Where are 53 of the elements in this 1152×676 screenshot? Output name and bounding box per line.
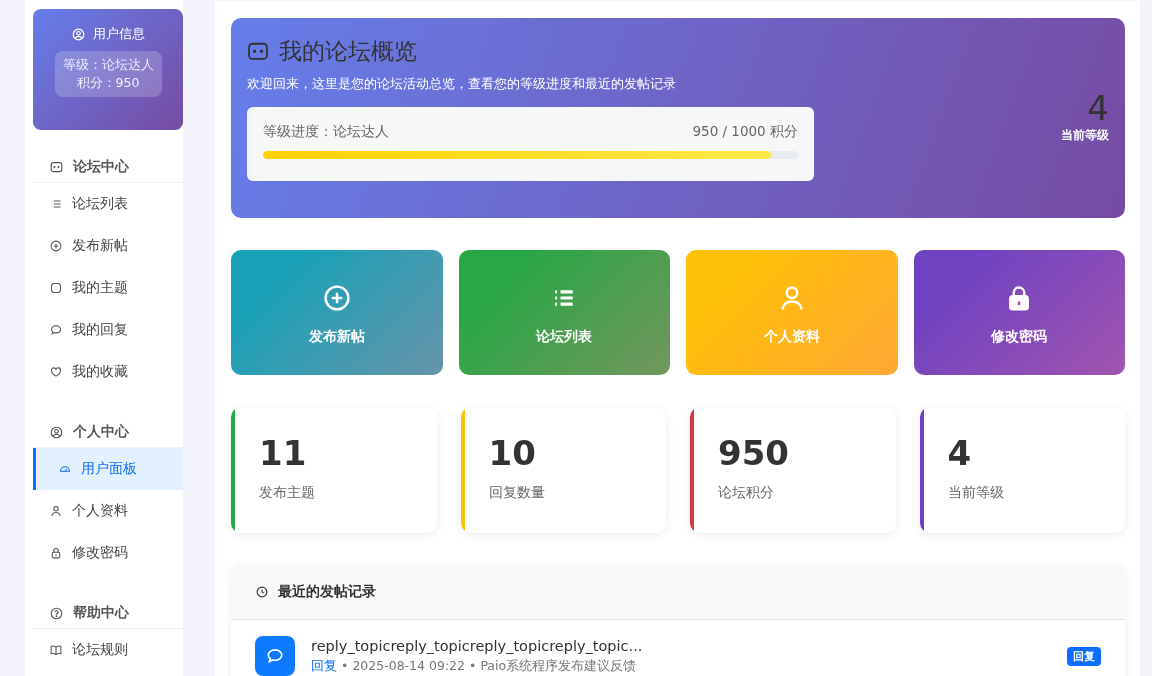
section-heading: 论坛中心 (73, 158, 129, 176)
separator-dot: • (469, 657, 477, 675)
post-type-link[interactable]: 回复 (311, 657, 337, 675)
post-title-link[interactable]: reply_topicreply_topicreply_topicreply_topic... (311, 637, 1051, 654)
plus-icon (50, 240, 62, 252)
sidebar-item[interactable]: 个人资料 (33, 490, 183, 532)
sidebar-item[interactable]: 论坛规则 (33, 629, 183, 671)
gauge-icon (59, 463, 71, 475)
post-meta-text: Paio系统程序发布建议反馈 (480, 657, 637, 675)
stat-value: 4 (947, 435, 973, 473)
sidebar-item[interactable]: 发布新帖 (33, 225, 183, 267)
sidebar-item[interactable]: 论坛列表 (33, 183, 183, 225)
quick-action-button[interactable]: 修改密码 (913, 250, 1125, 375)
chat-square-icon (247, 40, 269, 63)
stat-label: 当前等级 (947, 484, 1005, 503)
post-type-badge: 回复 (1067, 646, 1101, 666)
user-level-text: 等级：论坛达人 (62, 56, 154, 74)
plus-circle-icon (322, 284, 351, 312)
sidebar-item[interactable]: 我的收藏 (33, 351, 183, 393)
sidebar-item[interactable]: 修改密码 (33, 532, 183, 574)
user-info-title: 用户信息 (92, 25, 145, 43)
progress-value: 950 / 1000 积分 (692, 123, 798, 141)
person-circle-icon (50, 425, 63, 439)
stat-value: 10 (488, 435, 537, 473)
stat-label: 论坛积分 (718, 484, 775, 503)
question-circle-icon (50, 606, 63, 620)
progress-label: 等级进度：论坛达人 (263, 123, 389, 141)
square-icon (50, 282, 62, 294)
recent-posts-title: 最近的发帖记录 (278, 583, 376, 601)
chat-icon (50, 324, 62, 336)
clock-icon (256, 586, 268, 598)
heart-icon (50, 366, 62, 378)
sidebar-item[interactable]: 我的回复 (33, 309, 183, 351)
sidebar-item[interactable]: 用户面板 (33, 448, 183, 490)
section-heading: 个人中心 (73, 423, 129, 441)
chat-square-icon (50, 160, 63, 174)
welcome-text: 欢迎回来，这里是您的论坛活动总览，查看您的等级进度和最近的发帖记录 (247, 75, 677, 93)
stat-value: 11 (259, 435, 308, 473)
stat-label: 发布主题 (259, 484, 316, 503)
book-icon (50, 644, 62, 656)
user-points-text: 积分：950 (76, 74, 140, 92)
section-heading: 帮助中心 (73, 604, 129, 622)
current-level-label: 当前等级 (1061, 127, 1109, 145)
person-icon (50, 505, 62, 517)
current-level-number: 4 (1087, 90, 1109, 128)
user-circle-icon (71, 27, 85, 41)
page-title: 我的论坛概览 (279, 37, 417, 66)
stat-label: 回复数量 (488, 484, 546, 503)
post-meta-text: 2025-08-14 09:22 (352, 657, 465, 675)
lock-icon (50, 547, 62, 559)
sidebar-item[interactable]: 我的主题 (33, 267, 183, 309)
separator-dot: • (341, 657, 349, 675)
stat-value: 950 (718, 435, 790, 473)
